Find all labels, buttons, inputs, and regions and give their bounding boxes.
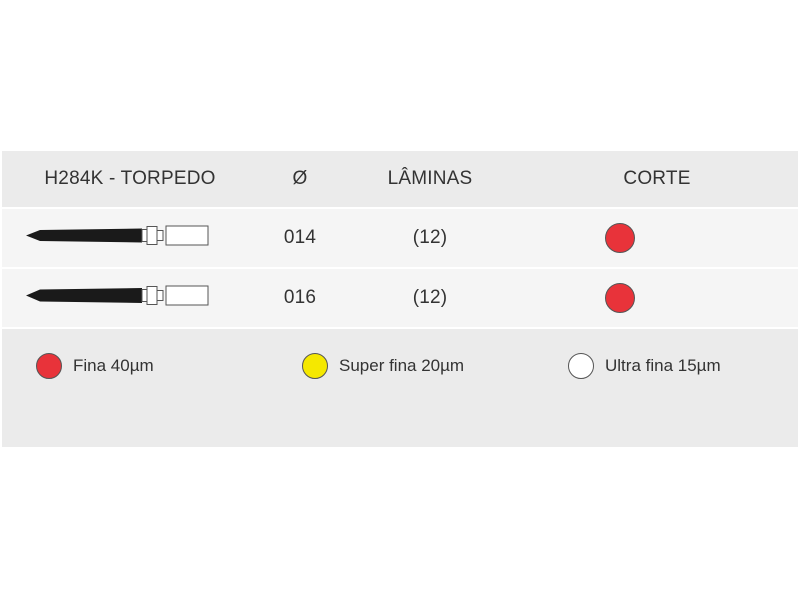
legend-item-ultra-fina: Ultra fina 15µm: [568, 353, 721, 379]
legend-label: Fina 40µm: [73, 356, 154, 375]
torpedo-bur-icon: [26, 285, 210, 312]
legend-label: Ultra fina 15µm: [605, 356, 721, 375]
legend-label: Super fina 20µm: [339, 356, 465, 375]
blades-value: (12): [412, 287, 448, 308]
red-dot-icon: [36, 353, 62, 379]
blades-value: (12): [412, 227, 448, 248]
header-blades: LÂMINAS: [387, 168, 473, 189]
header-product-name: H284K - TORPEDO: [44, 168, 216, 189]
torpedo-bur-icon: [26, 225, 210, 252]
table-header: H284K - TORPEDO Ø LÂMINAS CORTE: [2, 151, 798, 209]
header-cut: CORTE: [623, 168, 691, 189]
table-row: 016 (12): [2, 269, 798, 329]
white-dot-icon: [568, 353, 594, 379]
header-diameter: Ø: [292, 168, 308, 189]
cut-indicator-dot: [605, 283, 635, 313]
table-row: 014 (12): [2, 209, 798, 269]
diameter-value: 016: [283, 287, 317, 308]
product-table: H284K - TORPEDO Ø LÂMINAS CORTE 014 (12): [2, 151, 798, 447]
legend-item-super-fina: Super fina 20µm: [302, 353, 464, 379]
diameter-value: 014: [283, 227, 317, 248]
yellow-dot-icon: [302, 353, 328, 379]
cut-legend: Fina 40µm Super fina 20µm Ultra fina 15µ…: [2, 329, 798, 447]
legend-item-fina: Fina 40µm: [36, 353, 154, 379]
cut-indicator-dot: [605, 223, 635, 253]
